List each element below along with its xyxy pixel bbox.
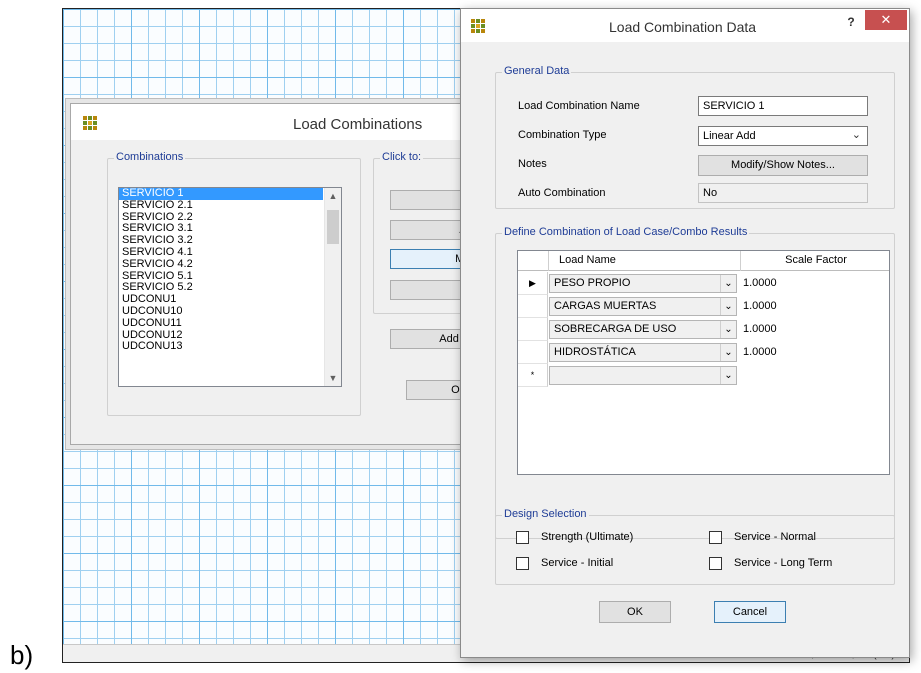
general-data-group-label: General Data <box>502 65 572 77</box>
load-combination-data-title: Load Combination Data <box>609 19 757 35</box>
cancel-button[interactable]: Cancel <box>714 601 786 623</box>
combinations-list-items: SERVICIO 1 SERVICIO 2.1 SERVICIO 2.2 SERVIC… <box>119 187 341 353</box>
scale-factor-cell[interactable] <box>741 366 886 385</box>
combinations-list-scrollbar[interactable]: ▲ ▼ <box>324 188 341 386</box>
scroll-down-icon[interactable]: ▼ <box>325 370 341 386</box>
service-normal-checkbox[interactable] <box>709 531 722 544</box>
modify-show-notes-button[interactable]: Modify/Show Notes... <box>698 155 868 176</box>
ok-button[interactable]: OK <box>599 601 671 623</box>
combinations-list[interactable]: SERVICIO 1 SERVICIO 2.1 SERVICIO 2.2 SERVIC… <box>118 187 342 387</box>
column-header-load-name[interactable]: Load Name <box>549 251 741 271</box>
load-name-select[interactable]: SOBRECARGA DE USO ⌄ <box>549 320 737 339</box>
table-row[interactable]: HIDROSTÁTICA ⌄ 1.0000 <box>518 341 889 364</box>
row-header-marker[interactable] <box>518 295 548 318</box>
design-selection-group-label: Design Selection <box>502 508 589 520</box>
combination-list-item[interactable]: SERVICIO 4.2 <box>119 258 341 271</box>
load-combinations-titlebar[interactable]: Load Combinations <box>71 104 469 140</box>
load-name-select[interactable]: CARGAS MUERTAS ⌄ <box>549 297 737 316</box>
combination-list-item[interactable]: UDCONU13 <box>119 341 341 353</box>
notes-label: Notes <box>518 158 547 170</box>
combo-name-label: Load Combination Name <box>518 100 640 112</box>
row-header-marker[interactable] <box>518 341 548 364</box>
strength-ultimate-checkbox[interactable] <box>516 531 529 544</box>
figure-label: b) <box>10 640 34 670</box>
define-combination-group-label: Define Combination of Load Case/Combo Re… <box>502 226 750 238</box>
combination-list-item[interactable]: UDCONU11 <box>119 317 341 330</box>
design-selection-group: Design Selection <box>495 508 895 585</box>
row-header-marker[interactable]: ▶ <box>518 272 548 295</box>
load-name-select[interactable]: PESO PROPIO ⌄ <box>549 274 737 293</box>
scroll-up-icon[interactable]: ▲ <box>325 188 341 204</box>
combo-type-select[interactable]: Linear Add ⌄ <box>698 126 868 146</box>
scale-factor-cell[interactable]: 1.0000 <box>741 297 886 316</box>
app-grid-icon <box>83 116 97 130</box>
service-long-term-label: Service - Long Term <box>734 557 833 569</box>
combo-name-input[interactable]: SERVICIO 1 <box>698 96 868 116</box>
scale-factor-cell[interactable]: 1.0000 <box>741 274 886 293</box>
combination-list-item[interactable]: UDCONU10 <box>119 305 341 318</box>
scale-factor-cell[interactable]: 1.0000 <box>741 343 886 362</box>
auto-combination-value: No <box>698 183 868 203</box>
service-long-term-checkbox[interactable] <box>709 557 722 570</box>
chevron-down-icon: ⌄ <box>851 129 861 141</box>
help-icon[interactable]: ? <box>841 15 861 33</box>
row-header-marker[interactable]: * <box>518 364 548 387</box>
combinations-group-label: Combinations <box>114 151 186 163</box>
combo-type-value: Linear Add <box>703 130 756 142</box>
close-icon[interactable]: ✕ <box>865 10 907 30</box>
chevron-down-icon[interactable]: ⌄ <box>720 321 736 338</box>
auto-combination-label: Auto Combination <box>518 187 606 199</box>
service-normal-label: Service - Normal <box>734 531 816 543</box>
load-name-value: HIDROSTÁTICA <box>554 346 636 358</box>
chevron-down-icon[interactable]: ⌄ <box>720 367 736 384</box>
service-initial-checkbox[interactable] <box>516 557 529 570</box>
scale-factor-cell[interactable]: 1.0000 <box>741 320 886 339</box>
chevron-down-icon[interactable]: ⌄ <box>720 344 736 361</box>
load-combinations-title: Load Combinations <box>293 116 423 133</box>
load-combination-table[interactable]: Load Name Scale Factor ▶ PESO PROPIO ⌄ 1.00… <box>517 250 890 475</box>
column-header-scale-factor[interactable]: Scale Factor <box>741 251 891 271</box>
load-name-value: SOBRECARGA DE USO <box>554 323 677 335</box>
table-row[interactable]: * ⌄ <box>518 364 889 387</box>
load-combination-data-titlebar[interactable]: Load Combination Data ? ✕ <box>461 9 909 42</box>
table-header: Load Name Scale Factor <box>518 251 889 271</box>
load-name-value: CARGAS MUERTAS <box>554 300 657 312</box>
service-initial-label: Service - Initial <box>541 557 614 569</box>
combination-list-item[interactable]: SERVICIO 2.1 <box>119 199 341 212</box>
table-row[interactable]: ▶ PESO PROPIO ⌄ 1.0000 <box>518 272 889 295</box>
combo-type-label: Combination Type <box>518 129 607 141</box>
click-to-label: Click to: <box>380 151 424 163</box>
app-grid-icon <box>471 19 485 33</box>
row-header-marker[interactable] <box>518 318 548 341</box>
strength-ultimate-label: Strength (Ultimate) <box>541 531 634 543</box>
load-name-select[interactable]: ⌄ <box>549 366 737 385</box>
table-row[interactable]: CARGAS MUERTAS ⌄ 1.0000 <box>518 295 889 318</box>
header-corner <box>518 251 549 271</box>
scrollbar-thumb[interactable] <box>327 210 339 244</box>
load-name-value: PESO PROPIO <box>554 277 631 289</box>
chevron-down-icon[interactable]: ⌄ <box>720 298 736 315</box>
table-row[interactable]: SOBRECARGA DE USO ⌄ 1.0000 <box>518 318 889 341</box>
combination-list-item[interactable]: SERVICIO 4.1 <box>119 246 341 259</box>
load-name-select[interactable]: HIDROSTÁTICA ⌄ <box>549 343 737 362</box>
chevron-down-icon[interactable]: ⌄ <box>720 275 736 292</box>
